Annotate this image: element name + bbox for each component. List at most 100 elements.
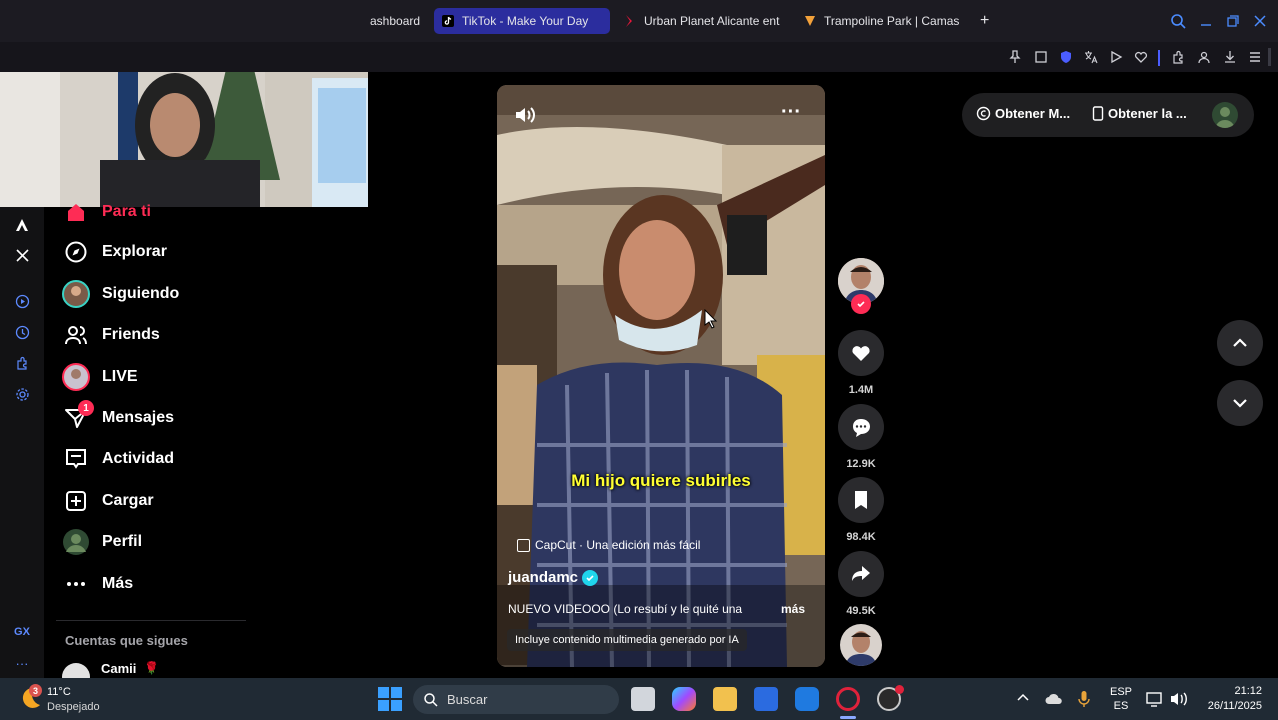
search-tabs-icon[interactable] [1168,11,1188,31]
clock[interactable]: 21:12 26/11/2025 [1198,685,1262,712]
nav-cargar[interactable]: Cargar [62,486,154,516]
weather-widget[interactable]: 3 [16,684,46,714]
more-dots-icon[interactable]: ··· [12,653,32,673]
windows-taskbar: 3 11°C Despejado Buscar ESP ES 21:12 26/… [0,678,1278,720]
nav-explorar[interactable]: Explorar [62,237,167,267]
translate-icon[interactable] [1081,47,1101,67]
tab-trampoline[interactable]: Trampoline Park | Camas [796,8,966,34]
avatar-icon [62,363,90,391]
taskbar-search[interactable]: Buscar [413,685,619,714]
inbox-icon [62,445,90,473]
chevron-down-icon [1233,399,1247,408]
notification-dot [895,685,904,694]
settings-icon[interactable] [12,384,32,404]
volume-icon[interactable] [513,103,537,132]
extensions-icon[interactable] [1168,47,1188,67]
like-button[interactable]: 1.4M [838,330,884,396]
nav-actividad[interactable]: Actividad [62,444,174,474]
restore-icon[interactable] [1223,11,1243,31]
share-button[interactable]: 49.5K [838,551,884,617]
video-author[interactable]: juandamc [508,569,599,586]
tab-tiktok[interactable]: TikTok - Make Your Day [434,8,610,34]
capcut-label: CapCut · Una edición más fácil [535,538,701,552]
opera-gx-icon[interactable] [836,687,860,711]
nav-live[interactable]: LIVE [62,362,138,392]
windows-start-icon[interactable] [378,687,402,711]
nav-label: Explorar [102,243,167,260]
browser-side-panel: GX ··· [0,207,44,678]
more-link[interactable]: más [781,602,805,616]
get-coins-button[interactable]: Obtener M... [976,106,1070,121]
history-icon[interactable] [12,322,32,342]
network-icon[interactable] [1146,691,1164,712]
weather-badge: 3 [29,684,42,697]
store-icon[interactable] [754,687,778,711]
clock-date: 26/11/2025 [1207,700,1262,712]
microphone-icon[interactable] [1078,690,1090,713]
comment-button[interactable]: 12.9K [838,404,884,470]
download-icon[interactable] [1220,47,1240,67]
profile-avatar[interactable] [1212,102,1238,128]
tab-dashboard[interactable]: ashboard [368,8,432,34]
aria-icon[interactable] [12,215,32,235]
verified-icon [582,569,599,586]
rose-icon: 🌹 [144,661,159,675]
close-icon[interactable] [1250,11,1270,31]
nav-mas[interactable]: Más [62,569,133,599]
player-icon[interactable] [12,291,32,311]
friends-icon [62,321,90,349]
language-indicator[interactable]: ESP ES [1106,686,1136,712]
puzzle-icon[interactable] [12,353,32,373]
task-view-icon[interactable] [631,687,655,711]
profile-icon[interactable] [1194,47,1214,67]
nav-label: Friends [102,326,160,343]
toolbar-scroll-handle [1268,48,1271,66]
nav-mensajes[interactable]: 1 Mensajes [62,400,175,433]
nav-siguiendo[interactable]: Siguiendo [62,279,179,309]
lang-top: ESP [1109,686,1132,698]
nav-label: Actividad [102,450,175,467]
cloud-icon[interactable] [1045,692,1063,710]
sound-avatar[interactable] [838,624,884,666]
nav-label: Mensajes [102,409,175,426]
chevron-up-icon[interactable] [1016,691,1030,710]
play-icon[interactable] [1106,47,1126,67]
save-button[interactable]: 98.4K [838,477,884,543]
gx-icon[interactable]: GX [12,622,32,642]
tab-label: Urban Planet Alicante ent [644,14,780,28]
tiktok-icon [442,15,454,27]
toolbar-divider [1158,50,1160,66]
nav-perfil[interactable]: Perfil [62,527,142,557]
browser-toolbar [0,42,1278,72]
get-app-button[interactable]: Obtener la ... [1092,106,1187,121]
file-explorer-icon[interactable] [713,687,737,711]
copilot-icon[interactable] [672,687,696,711]
nav-label: Siguiendo [102,285,180,302]
app-icon[interactable] [877,685,904,711]
follow-check-icon[interactable] [851,294,871,314]
phone-icon [1092,106,1104,121]
video-player[interactable]: ··· Mi hijo quiere subirles CapCut · Una… [497,85,825,667]
get-app-label: Obtener la ... [1108,106,1187,121]
shield-icon[interactable] [1056,47,1076,67]
menu-icon[interactable] [1245,47,1265,67]
minimize-icon[interactable] [1196,11,1216,31]
heart-icon[interactable] [1131,47,1151,67]
x-twitter-icon[interactable] [12,245,32,265]
tab-label: ashboard [370,14,421,28]
pin-icon[interactable] [1005,47,1025,67]
tab-urban-planet[interactable]: Urban Planet Alicante ent [616,8,792,34]
creator-avatar[interactable] [838,258,884,314]
volume-icon[interactable] [1170,691,1188,712]
outlook-icon[interactable] [795,687,819,711]
screenshot-icon[interactable] [1031,47,1051,67]
capcut-link[interactable]: CapCut · Una edición más fácil [517,538,700,552]
video-more-icon[interactable]: ··· [781,101,801,124]
nav-label: Perfil [102,533,143,550]
nav-para-ti[interactable]: Para ti [62,197,151,227]
nav-friends[interactable]: Friends [62,320,160,350]
previous-video-button[interactable] [1217,320,1263,366]
next-video-button[interactable] [1217,380,1263,426]
new-tab-button[interactable]: + [974,8,998,34]
save-count: 98.4K [846,531,876,543]
